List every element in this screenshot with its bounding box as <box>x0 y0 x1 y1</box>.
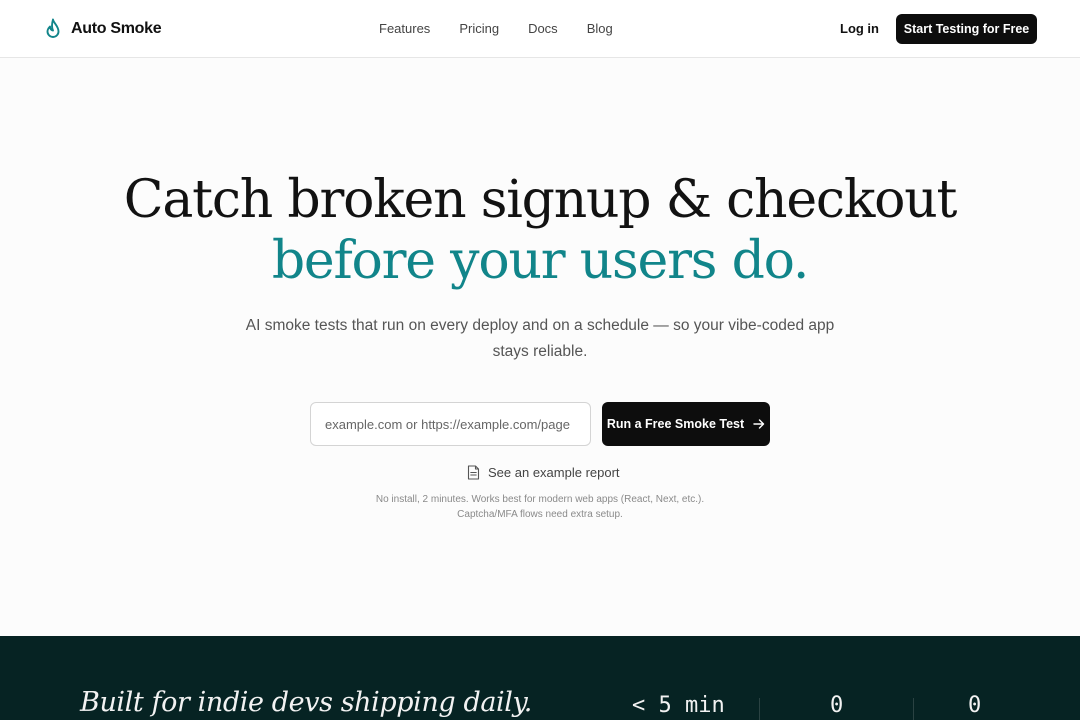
brand-name: Auto Smoke <box>71 20 162 37</box>
nav-link-blog[interactable]: Blog <box>587 20 613 38</box>
stat-value-time: < 5 min <box>632 693 725 718</box>
stat-value-2: 0 <box>830 693 844 718</box>
brand-logo-link[interactable]: Auto Smoke <box>44 17 162 41</box>
run-smoke-test-button[interactable]: Run a Free Smoke Test <box>602 402 770 446</box>
nav-link-docs[interactable]: Docs <box>528 20 558 38</box>
start-testing-button[interactable]: Start Testing for Free <box>896 14 1037 44</box>
login-link[interactable]: Log in <box>840 20 879 38</box>
stats-band-title: Built for indie devs shipping daily. <box>80 687 532 718</box>
nav-link-pricing[interactable]: Pricing <box>459 20 499 38</box>
run-smoke-test-label: Run a Free Smoke Test <box>606 417 745 431</box>
example-report-link[interactable]: See an example report <box>467 463 620 481</box>
fineprint-line-1: No install, 2 minutes. Works best for mo… <box>375 494 705 505</box>
url-input[interactable] <box>310 402 591 446</box>
flame-icon <box>46 18 60 38</box>
hero-fineprint: No install, 2 minutes. Works best for mo… <box>0 492 1080 522</box>
site-header: Auto Smoke Features Pricing Docs Blog Lo… <box>0 0 1080 58</box>
arrow-right-icon <box>753 419 765 429</box>
headline-line-1: Catch broken signup & checkout <box>123 170 958 230</box>
main-nav: Features Pricing Docs Blog <box>379 20 613 38</box>
hero-subhead: AI smoke tests that run on every deploy … <box>0 313 1080 365</box>
stat-divider <box>913 698 914 720</box>
hero-headline: Catch broken signup & checkout before yo… <box>0 170 1080 292</box>
subhead-line-2: stays reliable. <box>492 343 588 360</box>
subhead-line-1: AI smoke tests that run on every deploy … <box>245 317 835 334</box>
fineprint-line-2: Captcha/MFA flows need extra setup. <box>457 509 623 520</box>
nav-link-features[interactable]: Features <box>379 20 430 38</box>
example-report-label: See an example report <box>488 464 620 480</box>
headline-line-2: before your users do. <box>271 231 810 291</box>
document-icon <box>467 464 480 480</box>
stat-value-3: 0 <box>968 693 982 718</box>
stat-divider <box>759 698 760 720</box>
